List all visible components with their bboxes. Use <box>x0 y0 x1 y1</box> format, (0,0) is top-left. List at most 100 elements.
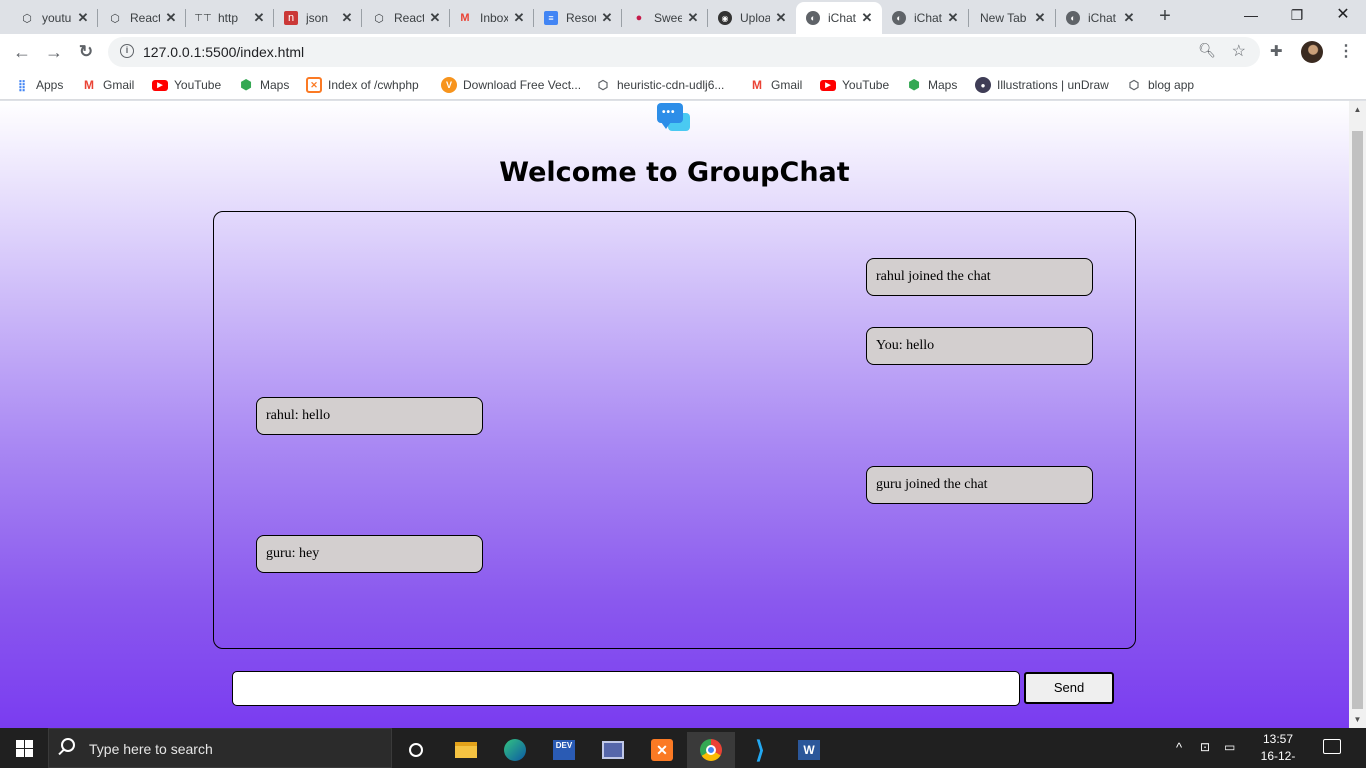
bookmark-undraw[interactable]: ● Illustrations | unDraw <box>975 76 1109 94</box>
bookmarks-bar: ⣿ Apps M Gmail ▶ YouTube ⬢ Maps ✕ Index … <box>0 70 1366 100</box>
close-icon[interactable]: ✕ <box>774 10 788 26</box>
bookmark-gmail-2[interactable]: M Gmail <box>749 76 802 94</box>
tab-inbox[interactable]: M Inbox ✕ <box>450 2 534 34</box>
cortana-circle-icon[interactable] <box>392 732 440 768</box>
bookmark-youtube-2[interactable]: ▶ YouTube <box>820 76 889 94</box>
close-icon[interactable]: ✕ <box>164 10 178 26</box>
extensions-puzzle-icon[interactable]: ✚ <box>1270 42 1283 60</box>
bookmark-blog-app[interactable]: ⬡ blog app <box>1126 76 1194 94</box>
xampp-icon[interactable]: ✕ <box>638 732 686 768</box>
scrollbar-thumb[interactable] <box>1352 131 1363 709</box>
bookmark-download-free-vect[interactable]: V Download Free Vect... <box>441 76 581 94</box>
clock-time: 13:57 <box>1262 732 1294 746</box>
close-icon[interactable]: ✕ <box>1122 10 1136 26</box>
tab-resources[interactable]: ≡ Resources ✕ <box>534 2 622 34</box>
search-icon <box>61 738 75 752</box>
url-text[interactable]: 127.0.0.1:5500/index.html <box>143 44 304 60</box>
bookmark-heuristic-cdn[interactable]: ⬡ heuristic-cdn-udlj6... <box>595 76 725 94</box>
vscode-icon[interactable]: ⟩ <box>736 732 784 768</box>
restore-icon[interactable]: ❐ <box>1274 4 1320 28</box>
search-placeholder: Type here to search <box>89 741 213 757</box>
close-icon[interactable]: ✕ <box>512 10 526 26</box>
page-title: Welcome to GroupChat <box>499 157 850 188</box>
tab-new-tab[interactable]: New Tab ✕ <box>969 2 1055 34</box>
close-icon[interactable]: ✕ <box>76 10 90 26</box>
taskbar-search-box[interactable]: Type here to search <box>48 728 392 768</box>
tab-title: youtube <box>42 11 72 25</box>
network-icon[interactable]: ⊡ <box>1200 740 1210 754</box>
tab-ichat-2[interactable]: ◐ iChat ✕ <box>882 2 968 34</box>
message-input[interactable] <box>232 671 1020 706</box>
tab-ichat-active[interactable]: ◐ iChat ✕ <box>796 2 882 34</box>
close-icon[interactable]: ✕ <box>946 10 960 26</box>
tab-sweet[interactable]: ● Sweet ✕ <box>622 2 708 34</box>
taskbar-clock[interactable]: 13:57 16-12-2020 <box>1248 731 1308 768</box>
browser-menu-kebab-icon[interactable]: ⋮ <box>1338 41 1354 61</box>
scroll-down-arrow-icon[interactable]: ▼ <box>1349 711 1366 728</box>
xampp-icon: ✕ <box>306 77 322 93</box>
close-icon[interactable]: ✕ <box>600 10 614 26</box>
message-bubble-left: guru: hey <box>256 535 483 573</box>
tab-youtube[interactable]: ⬡ youtube ✕ <box>0 2 98 34</box>
message-bubble-right: rahul joined the chat <box>866 258 1093 296</box>
notification-center-icon[interactable] <box>1323 739 1341 754</box>
bookmark-youtube[interactable]: ▶ YouTube <box>152 76 221 94</box>
tab-json[interactable]: n json ✕ <box>274 2 362 34</box>
send-button[interactable]: Send <box>1024 672 1114 704</box>
battery-icon[interactable]: ▭ <box>1224 740 1235 754</box>
tray-chevron-up-icon[interactable]: ^ <box>1176 740 1182 755</box>
tab-http[interactable]: ⊤⊤ http ✕ <box>186 2 274 34</box>
bookmark-apps[interactable]: ⣿ Apps <box>14 76 63 94</box>
github-icon: ◉ <box>718 11 732 25</box>
tab-title: React <box>130 11 160 25</box>
dev-cpp-icon[interactable]: DEV <box>540 732 588 768</box>
vecteezy-icon: V <box>441 77 457 93</box>
bookmark-gmail[interactable]: M Gmail <box>81 76 134 94</box>
tab-react[interactable]: ⬡ React ✕ <box>98 2 186 34</box>
codesandbox-icon: ⬡ <box>597 78 609 92</box>
tab-ichat-3[interactable]: ◐ iChat ✕ <box>1056 2 1144 34</box>
bookmark-label: Gmail <box>771 78 803 92</box>
bookmark-label: YouTube <box>174 78 222 92</box>
tab-title: Sweet <box>654 11 682 25</box>
gmail-icon: M <box>84 78 94 92</box>
bookmark-star-icon[interactable]: ☆ <box>1232 41 1246 61</box>
close-icon[interactable]: ✕ <box>1033 10 1047 26</box>
bookmark-index-cwhphp[interactable]: ✕ Index of /cwhphp <box>306 76 419 94</box>
chrome-browser-icon[interactable] <box>687 732 735 768</box>
task-manager-icon[interactable] <box>589 732 637 768</box>
apps-grid-icon: ⣿ <box>17 79 27 92</box>
close-icon[interactable]: ✕ <box>428 10 442 26</box>
bookmark-maps-2[interactable]: ⬢ Maps <box>906 76 957 94</box>
site-info-icon[interactable]: i <box>120 44 134 58</box>
forward-arrow-icon[interactable]: → <box>42 40 66 64</box>
tab-upload[interactable]: ◉ Upload ✕ <box>708 2 796 34</box>
reload-icon[interactable]: ↻ <box>74 40 98 64</box>
raspberry-icon: ● <box>635 12 643 24</box>
close-icon[interactable]: ✕ <box>860 10 874 26</box>
edge-browser-icon[interactable] <box>491 732 539 768</box>
close-icon[interactable]: ✕ <box>686 10 700 26</box>
message-bubble-right: You: hello <box>866 327 1093 365</box>
word-icon[interactable]: W <box>785 732 833 768</box>
npm-icon: n <box>284 11 298 25</box>
vertical-scrollbar[interactable]: ▲ ▼ <box>1349 101 1366 728</box>
tab-title: iChat <box>828 11 856 25</box>
address-bar[interactable]: i 127.0.0.1:5500/index.html 🔍︎ ☆ <box>108 37 1260 67</box>
profile-avatar[interactable] <box>1301 41 1323 63</box>
minimize-icon[interactable]: — <box>1228 4 1274 28</box>
back-arrow-icon[interactable]: ← <box>10 40 34 64</box>
zoom-magnifier-icon[interactable]: 🔍︎ <box>1198 42 1216 59</box>
file-explorer-icon[interactable] <box>442 732 490 768</box>
message-bubble-left: rahul: hello <box>256 397 483 435</box>
bookmark-maps[interactable]: ⬢ Maps <box>238 76 289 94</box>
close-icon[interactable]: ✕ <box>340 10 354 26</box>
scroll-up-arrow-icon[interactable]: ▲ <box>1349 101 1366 118</box>
close-window-icon[interactable]: ✕ <box>1320 4 1366 28</box>
maps-pin-icon: ⬢ <box>240 77 252 92</box>
windows-start-icon[interactable] <box>0 728 48 768</box>
close-icon[interactable]: ✕ <box>252 10 266 26</box>
new-tab-plus-icon[interactable]: + <box>1154 4 1176 28</box>
tab-react-2[interactable]: ⬡ React ✕ <box>362 2 450 34</box>
chat-container[interactable]: rahul joined the chat You: hello rahul: … <box>213 211 1136 649</box>
